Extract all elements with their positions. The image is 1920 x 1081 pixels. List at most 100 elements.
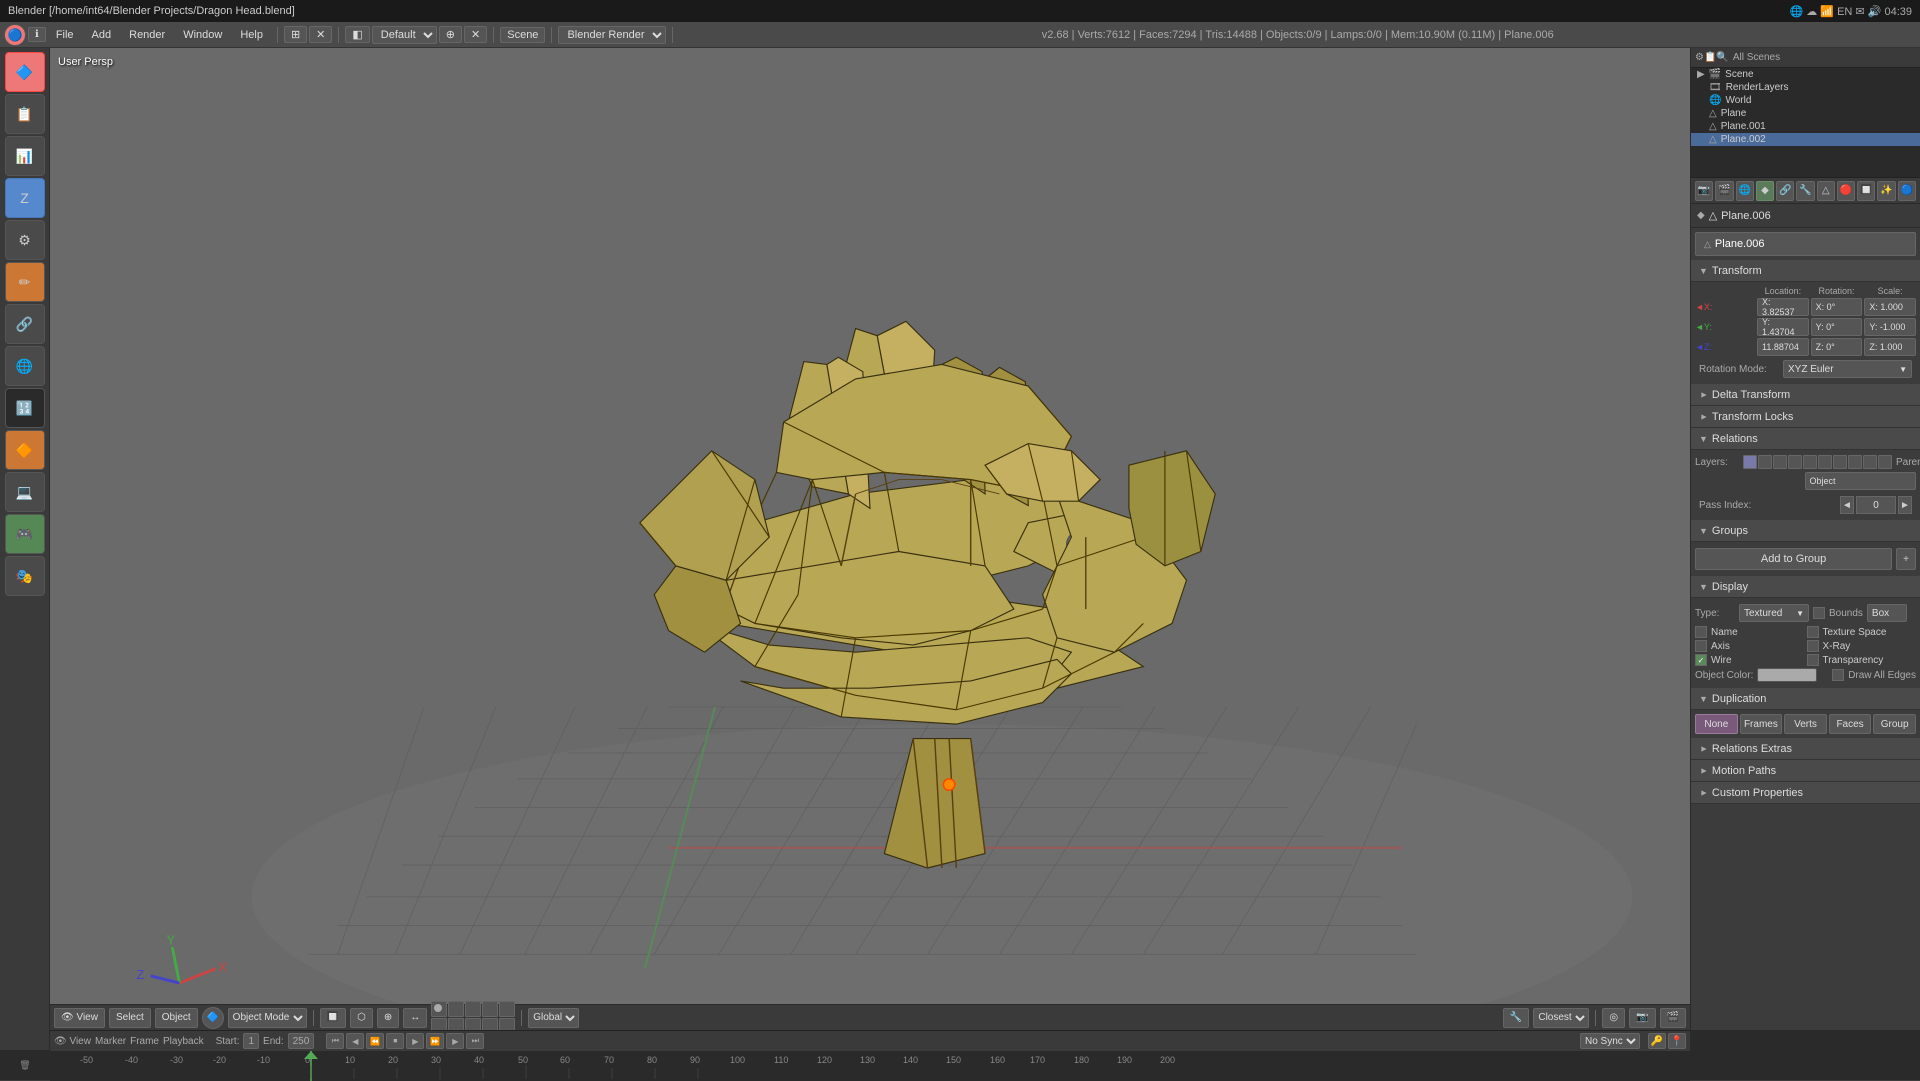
rel-layer-8[interactable] — [1848, 455, 1862, 469]
modifiers-btn[interactable]: 🔧 — [1796, 181, 1814, 201]
pivot-btn[interactable]: ⊕ — [377, 1008, 399, 1028]
transform-section-header[interactable]: ▼ Transform — [1691, 260, 1920, 282]
camera-btn[interactable]: 📷 — [1629, 1008, 1655, 1028]
bounds-type-select[interactable]: Box — [1867, 604, 1907, 622]
rel-layer-9[interactable] — [1863, 455, 1877, 469]
stop-btn[interactable]: ⏹ — [386, 1033, 404, 1049]
object-props-btn[interactable]: ◆ — [1756, 181, 1774, 201]
z-rot-field[interactable]: Z: 0° — [1811, 338, 1863, 356]
proportional-edit-btn[interactable]: ◎ — [1602, 1008, 1625, 1028]
data-btn[interactable]: △ — [1817, 181, 1835, 201]
rotation-mode-select[interactable]: XYZ Euler ▼ — [1783, 360, 1912, 378]
pass-index-inc[interactable]: ► — [1898, 496, 1912, 514]
steam2-icon[interactable]: 🎭 — [5, 556, 45, 596]
display-type-select[interactable]: Textured ▼ — [1739, 604, 1809, 622]
icon-btn5[interactable]: ✕ — [464, 26, 487, 43]
dup-group-btn[interactable]: Group — [1873, 714, 1916, 734]
parent-field[interactable]: Object — [1805, 472, 1917, 490]
custom-properties-header[interactable]: ▼ Custom Properties — [1691, 782, 1920, 804]
scene-props-btn[interactable]: 🎬 — [1715, 181, 1733, 201]
coordinate-system-select[interactable]: Global — [528, 1008, 579, 1028]
x-rot-field[interactable]: X: 0° — [1811, 298, 1863, 316]
dup-faces-btn[interactable]: Faces — [1829, 714, 1872, 734]
icon-btn1[interactable]: ⊞ — [284, 26, 307, 43]
icon-btn2[interactable]: ✕ — [309, 26, 332, 43]
axis-checkbox[interactable] — [1695, 640, 1707, 652]
z-scale-field[interactable]: Z: 1.000 — [1864, 338, 1916, 356]
step-back-btn[interactable]: ◀ — [346, 1033, 364, 1049]
pass-index-dec[interactable]: ◄ — [1840, 496, 1854, 514]
z-loc-field[interactable]: 11.88704 — [1757, 338, 1809, 356]
rel-layer-6[interactable] — [1818, 455, 1832, 469]
pass-index-value[interactable]: 0 — [1856, 496, 1896, 514]
render-btn[interactable]: 🎬 — [1660, 1008, 1686, 1028]
timeline-playback-btn[interactable]: Playback — [163, 1036, 204, 1047]
draw-all-edges-checkbox[interactable] — [1832, 669, 1844, 681]
view-menu-btn[interactable]: 👁 View — [54, 1008, 105, 1028]
outliner-item-plane002[interactable]: △ Plane.002 — [1691, 133, 1920, 146]
duplication-section-header[interactable]: ▼ Duplication — [1691, 688, 1920, 710]
outliner-item-world[interactable]: 🌐 World — [1691, 94, 1920, 107]
play-back-btn[interactable]: ⏪ — [366, 1033, 384, 1049]
timeline-ruler[interactable]: -50 -40 -30 -20 -10 0 10 20 30 40 50 60 … — [50, 1051, 1690, 1081]
viewport-persp-btn[interactable]: ⬡ — [350, 1008, 373, 1028]
timeline-extra-btn2[interactable]: 📍 — [1668, 1033, 1686, 1049]
snap-type-select[interactable]: Closest — [1533, 1008, 1589, 1028]
scene-btn[interactable]: Scene — [500, 27, 545, 43]
rel-layer-7[interactable] — [1833, 455, 1847, 469]
blender-logo-btn[interactable]: 🔵 — [4, 24, 26, 46]
draw-icon[interactable]: ✏ — [5, 262, 45, 302]
x-loc-field[interactable]: X: 3.82537 — [1757, 298, 1809, 316]
nodes-icon[interactable]: 🔗 — [5, 304, 45, 344]
blender-icon[interactable]: 🔷 — [5, 52, 45, 92]
transform-manipulator-btn[interactable]: ↔ — [403, 1008, 427, 1028]
dup-frames-btn[interactable]: Frames — [1740, 714, 1783, 734]
outliner-item-renderlayers[interactable]: 🎞 RenderLayers — [1691, 81, 1920, 94]
layer-2[interactable] — [448, 1001, 464, 1017]
menu-add[interactable]: Add — [84, 27, 120, 43]
motion-paths-header[interactable]: ▼ Motion Paths — [1691, 760, 1920, 782]
obj-color-swatch[interactable] — [1757, 668, 1817, 682]
layout-select[interactable]: Default — [372, 26, 437, 44]
filezilla-icon[interactable]: Z — [5, 178, 45, 218]
menu-file[interactable]: File — [48, 27, 82, 43]
terminal-icon[interactable]: 💻 — [5, 472, 45, 512]
relations-extras-header[interactable]: ▼ Relations Extras — [1691, 738, 1920, 760]
layer-1[interactable] — [431, 1001, 447, 1017]
add-to-group-btn[interactable]: Add to Group — [1695, 548, 1892, 570]
relations-section-header[interactable]: ▼ Relations — [1691, 428, 1920, 450]
rel-layer-2[interactable] — [1758, 455, 1772, 469]
material-btn[interactable]: 🔴 — [1837, 181, 1855, 201]
add-to-group-extra-btn[interactable]: + — [1896, 548, 1916, 570]
timeline-start-field[interactable]: 1 — [243, 1033, 259, 1049]
timeline-extra-btn1[interactable]: 🔑 — [1648, 1033, 1666, 1049]
constraints-btn[interactable]: 🔗 — [1776, 181, 1794, 201]
xray-checkbox[interactable] — [1807, 640, 1819, 652]
steam-icon[interactable]: 🎮 — [5, 514, 45, 554]
physics-btn[interactable]: 🔵 — [1898, 181, 1916, 201]
rel-layer-4[interactable] — [1788, 455, 1802, 469]
y-rot-field[interactable]: Y: 0° — [1811, 318, 1863, 336]
rel-layer-1[interactable] — [1743, 455, 1757, 469]
x-scale-field[interactable]: X: 1.000 — [1864, 298, 1916, 316]
calculator-icon[interactable]: 🔢 — [5, 388, 45, 428]
bounds-checkbox[interactable] — [1813, 607, 1825, 619]
menu-help[interactable]: Help — [232, 27, 271, 43]
outliner-item-scene[interactable]: ▶ 🎬 Scene — [1691, 68, 1920, 81]
render-props-btn[interactable]: 📷 — [1695, 181, 1713, 201]
transparency-checkbox[interactable] — [1807, 654, 1819, 666]
world-props-btn[interactable]: 🌐 — [1736, 181, 1754, 201]
snap-toggle[interactable]: 🔧 — [1503, 1008, 1529, 1028]
delta-transform-header[interactable]: ▼ Delta Transform — [1691, 384, 1920, 406]
globe-icon[interactable]: 🌐 — [5, 346, 45, 386]
menu-render[interactable]: Render — [121, 27, 173, 43]
rel-layer-3[interactable] — [1773, 455, 1787, 469]
y-scale-field[interactable]: Y: -1.000 — [1864, 318, 1916, 336]
groups-section-header[interactable]: ▼ Groups — [1691, 520, 1920, 542]
dup-none-btn[interactable]: None — [1695, 714, 1738, 734]
info-panel-icon[interactable]: 📋 — [5, 94, 45, 134]
menu-window[interactable]: Window — [175, 27, 230, 43]
render-engine-select[interactable]: Blender Render — [558, 26, 666, 44]
outliner-item-plane001[interactable]: △ Plane.001 — [1691, 120, 1920, 133]
rel-layer-5[interactable] — [1803, 455, 1817, 469]
